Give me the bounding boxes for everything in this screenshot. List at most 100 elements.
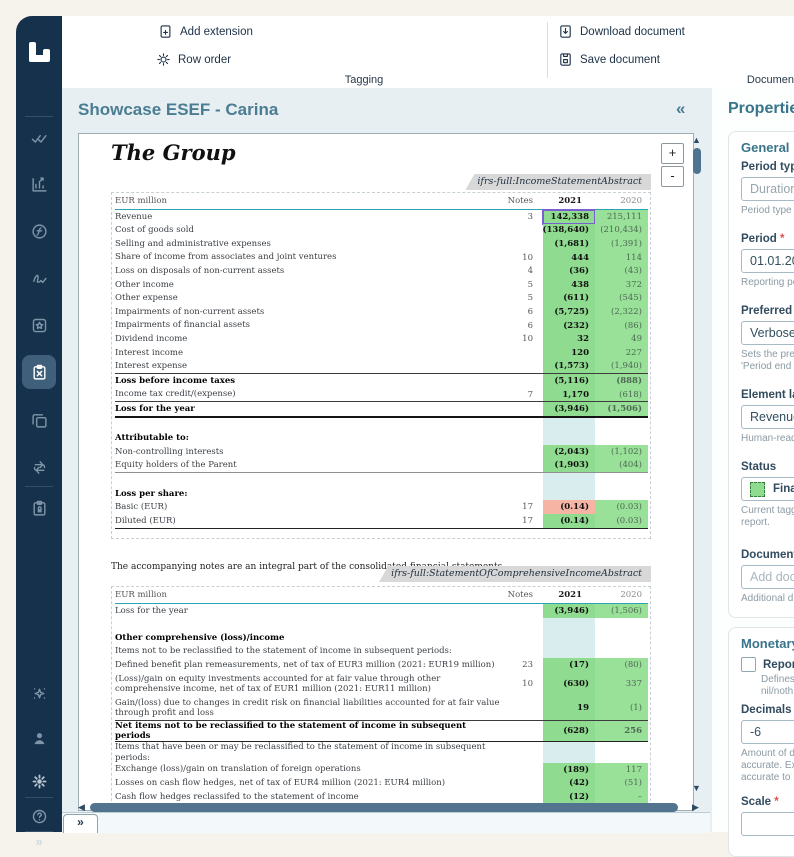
- fact-cell-2020[interactable]: (0.03): [595, 500, 648, 514]
- fact-cell-2020[interactable]: 227: [595, 346, 648, 360]
- collapse-panel-icon[interactable]: «: [676, 99, 685, 119]
- fact-cell-2021[interactable]: (36): [543, 264, 595, 278]
- fact-cell-2021[interactable]: 120: [543, 346, 595, 360]
- preferred-label-select[interactable]: Verbose: [741, 321, 794, 345]
- sidebar-item-validation[interactable]: [16, 130, 62, 147]
- checkbox-icon[interactable]: [741, 657, 756, 672]
- sidebar-item-copy-sheets[interactable]: [16, 412, 62, 429]
- element-label-input[interactable]: Revenue: [741, 405, 794, 429]
- fact-cell-2021[interactable]: (611): [543, 292, 595, 306]
- xbrl-tag-chip[interactable]: ifrs-full:StatementOfComprehensiveIncome…: [379, 566, 651, 582]
- sidebar-item-ai-assistant[interactable]: [16, 685, 62, 702]
- fact-cell-2021[interactable]: (3,946): [543, 402, 595, 416]
- expand-tree-button[interactable]: »: [63, 814, 98, 833]
- scroll-left-icon[interactable]: ◀: [78, 803, 85, 812]
- fact-cell-2021[interactable]: [543, 487, 595, 501]
- fact-cell-2020[interactable]: 372: [595, 278, 648, 292]
- documentation-input[interactable]: [741, 565, 794, 589]
- fact-cell-2020[interactable]: (86): [595, 319, 648, 333]
- fact-cell-2020[interactable]: (1,940): [595, 360, 648, 374]
- sidebar-item-bookmarks[interactable]: [16, 317, 62, 334]
- fact-cell-2020[interactable]: (1): [595, 696, 648, 720]
- fact-cell-2021[interactable]: (0.14): [543, 500, 595, 514]
- fact-cell-2021[interactable]: [543, 432, 595, 446]
- fact-cell-2021[interactable]: 32: [543, 332, 595, 346]
- fact-cell-2020[interactable]: (1,506): [595, 402, 648, 416]
- fact-cell-2020[interactable]: 256: [595, 721, 648, 741]
- sidebar-item-help[interactable]: [16, 808, 62, 825]
- fact-cell-2020[interactable]: (2,322): [595, 305, 648, 319]
- fact-cell-2021[interactable]: 19: [543, 696, 595, 720]
- period-input[interactable]: 01.01.2021: [741, 249, 794, 273]
- fact-cell-2021[interactable]: (1,573): [543, 360, 595, 374]
- fact-cell-2021[interactable]: [543, 618, 595, 632]
- zoom-in-button[interactable]: +: [661, 143, 684, 164]
- fact-cell-2021[interactable]: [543, 645, 595, 659]
- fact-cell-2021[interactable]: (1,903): [543, 459, 595, 473]
- fact-cell-2021[interactable]: (5,725): [543, 305, 595, 319]
- sidebar-expand-button[interactable]: »: [16, 834, 62, 849]
- fact-cell-2020[interactable]: (888): [595, 374, 648, 388]
- fact-cell-2021[interactable]: [543, 418, 595, 432]
- fact-cell-2020[interactable]: [595, 618, 648, 632]
- fact-cell-2020[interactable]: (0.03): [595, 514, 648, 528]
- fact-cell-2021[interactable]: 142,338: [543, 210, 595, 224]
- decimals-input[interactable]: -6: [741, 720, 794, 744]
- fact-cell-2021[interactable]: (232): [543, 319, 595, 333]
- vertical-scrollbar[interactable]: ▲ ▼: [692, 134, 702, 798]
- sidebar-item-sync[interactable]: [16, 459, 62, 476]
- fact-cell-2021[interactable]: (628): [543, 721, 595, 741]
- fact-cell-2021[interactable]: (630): [543, 672, 595, 696]
- sidebar-item-user[interactable]: [16, 730, 62, 747]
- fact-cell-2020[interactable]: (618): [595, 388, 648, 402]
- save-document-button[interactable]: Save document: [558, 52, 660, 67]
- fact-cell-2021[interactable]: (1,681): [543, 237, 595, 251]
- fact-cell-2020[interactable]: 49: [595, 332, 648, 346]
- fact-cell-2020[interactable]: [595, 432, 648, 446]
- fact-cell-2020[interactable]: (51): [595, 776, 648, 790]
- fact-cell-2020[interactable]: (80): [595, 658, 648, 672]
- fact-cell-2021[interactable]: (42): [543, 776, 595, 790]
- scroll-up-icon[interactable]: ▲: [692, 136, 701, 145]
- report-checkbox-row[interactable]: Report: [741, 657, 794, 672]
- sidebar-item-tagging[interactable]: [16, 364, 62, 381]
- fact-cell-2021[interactable]: (2,043): [543, 445, 595, 459]
- fact-cell-2021[interactable]: [543, 742, 595, 762]
- fact-cell-2020[interactable]: 114: [595, 251, 648, 265]
- fact-cell-2020[interactable]: 337: [595, 672, 648, 696]
- fact-cell-2021[interactable]: (138,640): [543, 224, 595, 238]
- horizontal-scroll-thumb[interactable]: [90, 803, 678, 812]
- fact-cell-2020[interactable]: (1,102): [595, 445, 648, 459]
- fact-cell-2020[interactable]: (43): [595, 264, 648, 278]
- fact-cell-2020[interactable]: (1,506): [595, 604, 648, 618]
- scale-input[interactable]: [741, 812, 794, 836]
- fact-cell-2020[interactable]: 215,111: [595, 210, 648, 224]
- fact-cell-2021[interactable]: [543, 631, 595, 645]
- fact-cell-2021[interactable]: 1,170: [543, 388, 595, 402]
- fact-cell-2020[interactable]: [595, 487, 648, 501]
- vertical-scroll-thumb[interactable]: [693, 148, 701, 174]
- row-order-button[interactable]: Row order: [156, 52, 231, 67]
- fact-cell-2021[interactable]: 444: [543, 251, 595, 265]
- fact-cell-2021[interactable]: 438: [543, 278, 595, 292]
- fact-cell-2020[interactable]: (404): [595, 459, 648, 473]
- fact-cell-2020[interactable]: [595, 645, 648, 659]
- period-type-select[interactable]: Duration: [741, 177, 794, 201]
- download-document-button[interactable]: Download document: [558, 24, 685, 39]
- sidebar-item-formulas[interactable]: [16, 223, 62, 240]
- fact-cell-2020[interactable]: (1,391): [595, 237, 648, 251]
- status-select[interactable]: Final: [741, 477, 794, 501]
- fact-cell-2021[interactable]: (5,116): [543, 374, 595, 388]
- documentation-text-input[interactable]: [750, 570, 794, 584]
- sidebar-item-reports[interactable]: [16, 176, 62, 193]
- fact-cell-2021[interactable]: (0.14): [543, 514, 595, 528]
- fact-cell-2020[interactable]: [595, 742, 648, 762]
- fact-cell-2020[interactable]: (545): [595, 292, 648, 306]
- fact-cell-2020[interactable]: [595, 473, 648, 487]
- fact-cell-2020[interactable]: [595, 631, 648, 645]
- fact-cell-2020[interactable]: [595, 418, 648, 432]
- fact-cell-2021[interactable]: (3,946): [543, 604, 595, 618]
- fact-cell-2020[interactable]: (210,434): [595, 224, 648, 238]
- xbrl-tag-chip[interactable]: ifrs-full:IncomeStatementAbstract: [465, 174, 651, 190]
- fact-cell-2021[interactable]: [543, 473, 595, 487]
